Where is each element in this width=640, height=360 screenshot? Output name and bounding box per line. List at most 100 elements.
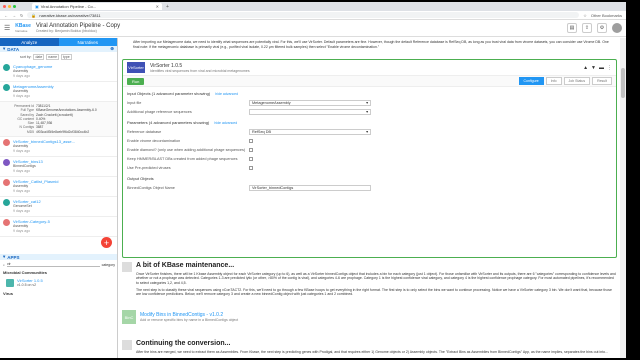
data-object-item[interactable]: VirSorter_cat12 GenomeSet 9 days ago (0, 197, 117, 218)
maintenance-markdown-cell[interactable]: A bit of KBase maintenance... Once VirSo… (122, 262, 617, 296)
data-object-item[interactable]: Cyanophage_genome Assembly 9 days ago (0, 62, 117, 82)
app-category-virus[interactable]: Virus (0, 290, 117, 297)
param-row: Enable virome decontamination (123, 136, 616, 145)
conversion-markdown-cell[interactable]: Continuing the conversion... After the b… (122, 340, 617, 354)
collapse-cell-icon[interactable]: ▬ (599, 65, 604, 71)
modify-bins-app-cell[interactable]: BinC Modify Bins in BinnedContigs - v1.0… (122, 305, 617, 329)
data-object-time: 9 days ago (13, 209, 31, 214)
param-checkbox[interactable] (249, 138, 253, 143)
data-object-text: VirSorter_cat12 GenomeSet 9 days ago (13, 199, 41, 214)
app-search-input[interactable]: vir (6, 262, 100, 267)
other-bookmarks[interactable]: Other Bookmarks (591, 13, 622, 18)
browser-toolbar: ← → ↻ 🔒 narrative.kbase.us/narrative/738… (0, 11, 626, 20)
param-row: Use Pre-predicted viruses (123, 163, 616, 172)
avatar[interactable] (612, 23, 622, 33)
data-object-text: Cyanophage_genome Assembly 9 days ago (13, 64, 52, 79)
hide-advanced-link-2[interactable]: hide advanced (214, 121, 237, 125)
app-item-virsorter[interactable]: VirSorter 1.0.5 v1.0.5 on v2 (0, 276, 117, 290)
cell-menu-icon[interactable]: ⋮ (607, 65, 612, 71)
data-object-list-2: VirSorter_binnedContigs13_asse... Assembl… (0, 137, 117, 238)
data-type-icon (3, 139, 10, 147)
param-field[interactable]: ▾ (249, 108, 371, 115)
conversion-title: Continuing the conversion... (136, 340, 231, 347)
input-objects-heading: Input Objects (1 advanced parameter show… (127, 91, 239, 96)
menu-icon[interactable]: ☰ (4, 24, 10, 32)
add-data-button[interactable]: + (101, 237, 112, 248)
view-tab-configure[interactable]: Configure (518, 77, 544, 85)
share-icon[interactable]: ⇪ (582, 23, 592, 33)
browser-window: ▣ Viral Annotation Pipeline - Co... ✕ + … (0, 2, 626, 358)
param-field[interactable]: RefSeq DB ▾ (249, 128, 371, 135)
data-object-item[interactable]: VirSorter_Catlist_Plasmid Assembly 9 days … (0, 177, 117, 198)
main-scrollbar[interactable] (620, 38, 626, 358)
maintenance-title: A bit of KBase maintenance... (136, 262, 235, 269)
maximize-window-icon[interactable] (13, 5, 16, 8)
view-tab-result[interactable]: Result (592, 77, 612, 85)
param-row: Input file MetagenomeAssembly ▾ (123, 98, 616, 107)
reload-icon[interactable]: ↻ (20, 13, 23, 18)
cell-controls: ▲ ▼ ▬ ⋮ (583, 65, 612, 71)
data-type-icon (3, 159, 10, 167)
hide-advanced-link[interactable]: hide advanced (215, 92, 238, 96)
app-search: ⌕ vir category (0, 260, 117, 269)
minimize-window-icon[interactable] (8, 5, 11, 8)
new-tab-icon[interactable]: + (166, 4, 169, 10)
parameter-list: Reference database RefSeq DB ▾ Enable virom… (123, 127, 616, 172)
app-category[interactable]: Microbial Communities (0, 269, 117, 276)
address-bar[interactable]: 🔒 narrative.kbase.us/narrative/73811 (27, 12, 580, 18)
maintenance-text-2: The next step is to classify these viral… (136, 287, 612, 297)
data-object-item[interactable]: VirSorter-Category-5 Assembly 9 days ago (0, 217, 117, 238)
sort-name[interactable]: name (46, 54, 60, 60)
output-params: BinnedContigs Object Name VirSorter_binne… (123, 183, 616, 192)
binned-contigs-app-icon: BinC (122, 310, 136, 324)
param-field[interactable]: MetagenomeAssembly ▾ (249, 99, 371, 106)
param-row: BinnedContigs Object Name VirSorter_binne… (123, 183, 616, 192)
browser-tab[interactable]: ▣ Viral Annotation Pipeline - Co... ✕ (32, 3, 162, 10)
intro-markdown-cell[interactable]: After importing our Metagenome data, we … (119, 38, 620, 51)
narrative-title-block: Viral Annotation Pipeline - Copy Created… (36, 23, 120, 33)
view-tab-info[interactable]: Info (545, 77, 562, 85)
param-label: Reference database (127, 129, 162, 134)
data-object-item[interactable]: VirSorter_bins13 BinnedContigs 9 days ago (0, 157, 117, 178)
param-checkbox[interactable] (249, 156, 253, 161)
move-up-icon[interactable]: ▲ (583, 65, 588, 71)
object-details: Permanent Id 73811/2/1 Full Type KBaseGenom… (0, 102, 117, 138)
data-object-list: Cyanophage_genome Assembly 9 days ago Metag… (0, 62, 117, 102)
close-window-icon[interactable] (3, 5, 6, 8)
collapse-icon: ▾ (3, 254, 6, 259)
sort-type[interactable]: type (61, 54, 72, 60)
sort-date[interactable]: date (33, 54, 45, 60)
param-checkbox[interactable] (249, 165, 253, 170)
save-icon[interactable]: ▤ (567, 23, 577, 33)
view-tab-job-status[interactable]: Job Status (563, 77, 591, 85)
back-icon[interactable]: ← (4, 13, 8, 18)
param-label: Input file (127, 100, 142, 105)
scrollbar-thumb[interactable] (621, 68, 625, 98)
virsorter-app-cell[interactable]: VirSorter VirSorter 1.0.5 Identifies vir… (122, 59, 617, 258)
app-filter-select[interactable]: category (102, 263, 115, 267)
browser-tab-title: Viral Annotation Pipeline - Co... (40, 4, 97, 9)
maintenance-text-1: Once VirSorter finishes, there will be 1… (136, 272, 616, 285)
add-data-icon[interactable]: ⊕ (110, 46, 114, 52)
chevron-down-icon: ▾ (366, 130, 368, 134)
forward-icon[interactable]: → (12, 13, 16, 18)
virsorter-app-icon: VirSorter (127, 62, 145, 73)
param-value: MetagenomeAssembly (252, 100, 291, 105)
app-icon (6, 279, 14, 287)
tab-narratives[interactable]: Narratives (58, 38, 117, 46)
param-field[interactable]: VirSorter_binnedContigs (249, 184, 371, 191)
move-down-icon[interactable]: ▼ (591, 65, 596, 71)
star-icon[interactable]: ☆ (583, 13, 587, 18)
data-object-item[interactable]: MetagenomeAssembly Assembly 9 days ago (0, 82, 117, 102)
run-button[interactable]: Run (127, 77, 145, 85)
close-tab-icon[interactable]: ✕ (156, 4, 159, 9)
apps-section: ▾ APPS ⌕ vir category Microbial Communit… (0, 254, 117, 297)
detail-key: MD5 (27, 129, 34, 134)
settings-icon[interactable]: ⚙ (597, 23, 607, 33)
param-checkbox[interactable] (249, 147, 253, 152)
kbase-logo[interactable]: KBase Narrative (15, 23, 31, 33)
chevron-down-icon: ▾ (366, 101, 368, 105)
param-row: Enable diamond? (only use when adding ad… (123, 145, 616, 154)
tab-analyze[interactable]: Analyze (0, 38, 59, 46)
data-object-item[interactable]: VirSorter_binnedContigs13_asse... Assembl… (0, 137, 117, 158)
